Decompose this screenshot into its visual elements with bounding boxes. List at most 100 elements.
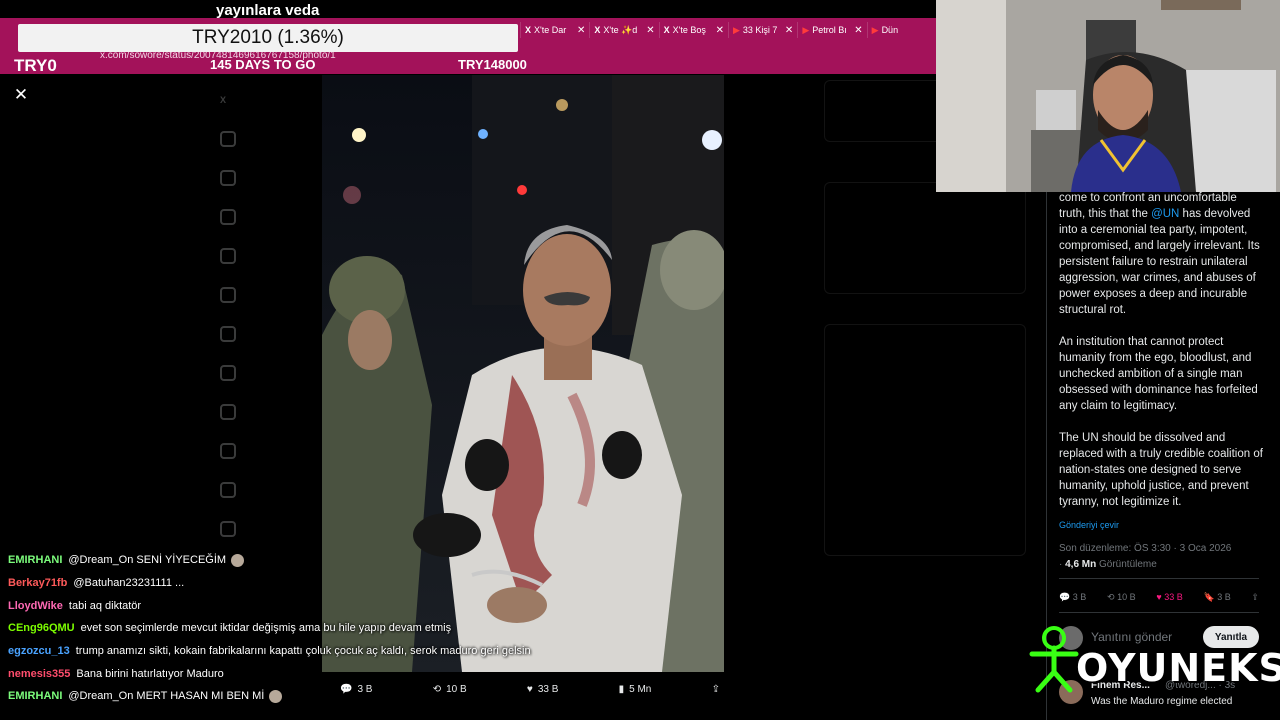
nav-item	[220, 197, 330, 236]
post-action-bar: 💬 3 B ⟲ 10 B ♥ 33 B 🔖 3 B ⇪	[1059, 592, 1259, 603]
browser-tab[interactable]: X X'te Dar ✕	[520, 22, 589, 38]
chat-text: @Dream_On MERT HASAN MI BEN Mİ	[68, 690, 265, 703]
mention-link[interactable]: @UN	[1151, 208, 1179, 220]
chat-username[interactable]: nemesis355	[8, 668, 70, 680]
browser-tab-strip: X X'te Dar ✕ X X'te ✨d ✕ X X'te Boş ✕ ▶ 33 Kişi…	[520, 22, 936, 38]
views-button[interactable]: ▮ 5 Mn	[619, 680, 652, 698]
tab-label: Dün	[881, 25, 899, 35]
repost-icon: ⟲	[1107, 592, 1115, 602]
stream-screen: { "stream": { "title": "yayınlara veda",…	[0, 0, 1280, 720]
reply-button[interactable]: 💬 3 B	[1059, 592, 1086, 603]
translate-post-link[interactable]: Gönderiyi çevir	[1059, 520, 1119, 530]
mail-icon	[220, 247, 236, 264]
tab-favicon-icon: X	[525, 25, 532, 35]
post-paragraph-rest: has devolved into a ceremonial tea party…	[1059, 208, 1260, 316]
views-label: Görüntüleme	[1099, 559, 1157, 570]
nav-item	[220, 353, 330, 392]
browser-tab[interactable]: ▶ Petrol Bı ✕	[797, 22, 866, 38]
webcam-illustration	[936, 0, 1280, 192]
comment-icon: 💬	[1059, 592, 1071, 602]
repost-button[interactable]: ⟲ 10 B	[1107, 592, 1136, 603]
communities-icon	[220, 442, 236, 459]
browser-tab[interactable]: ▶ Dün	[866, 22, 936, 38]
ticker-left-amount: TRY0	[14, 56, 57, 75]
tab-label: X'te ✨d	[603, 24, 638, 35]
reply-text: Was the Maduro regime elected	[1091, 696, 1233, 707]
chat-message: EMIRHANI @Dream_On SENİ YİYECEĞİM	[8, 549, 608, 572]
nav-x-logo: X	[220, 80, 330, 119]
nav-item	[220, 314, 330, 353]
heart-icon: ♥	[1156, 592, 1162, 602]
bookmark-icon: 🔖	[1203, 592, 1215, 602]
chat-username[interactable]: Berkay71fb	[8, 577, 67, 589]
reply-count: 3 B	[1072, 592, 1087, 602]
chat-message: egzozcu_13 trump anamızı sikti, kokain fa…	[8, 640, 608, 663]
views-number: 4,6 Mn	[1065, 559, 1097, 570]
post-edited-timestamp: Son düzenleme: ÖS 3:30 · 3 Oca 2026	[1059, 543, 1232, 554]
chat-text: @Batuhan23231111 ...	[73, 577, 185, 590]
like-button[interactable]: ♥ 33 B	[1156, 592, 1182, 603]
bookmark-icon	[220, 403, 236, 420]
chat-message: nemesis355 Bana birini hatırlatıyor Madur…	[8, 662, 608, 685]
share-button[interactable]: ⇪	[712, 680, 720, 698]
donation-ticker: TRY2010 (1.36%)	[18, 24, 518, 52]
divider	[1059, 612, 1259, 613]
stream-chat: EMIRHANI @Dream_On SENİ YİYECEĞİM Berkay71…	[8, 549, 608, 708]
like-count: 33 B	[1164, 592, 1183, 602]
close-icon[interactable]: ✕	[646, 25, 654, 36]
browser-tab[interactable]: X X'te Boş ✕	[658, 22, 728, 38]
tab-label: X'te Dar	[534, 25, 567, 35]
x-sidebar-background: X	[220, 80, 330, 550]
chat-username[interactable]: LloydWike	[8, 600, 63, 612]
close-icon[interactable]: ✕	[577, 25, 585, 36]
browser-tab[interactable]: ▶ 33 Kişi 7 ✕	[727, 22, 797, 38]
nav-item	[220, 158, 330, 197]
webcam-overlay	[936, 0, 1280, 192]
days-to-go-label: 145 DAYS TO GO	[210, 57, 316, 72]
nav-item	[220, 392, 330, 431]
bg-card	[824, 324, 1026, 556]
chat-username[interactable]: egzozcu_13	[8, 645, 70, 657]
chat-username[interactable]: EMIRHANI	[8, 690, 62, 702]
chat-message: LloydWike tabi aq diktatör	[8, 594, 608, 617]
bell-icon	[220, 208, 236, 225]
close-photo-button[interactable]: ✕	[12, 86, 30, 104]
tab-favicon-icon: X	[663, 25, 670, 35]
grok-icon	[220, 286, 236, 303]
browser-tab[interactable]: X X'te ✨d ✕	[589, 22, 658, 38]
more-icon	[220, 520, 236, 537]
chat-text: tabi aq diktatör	[68, 599, 142, 612]
close-icon[interactable]: ✕	[854, 25, 862, 36]
divider	[1059, 578, 1259, 579]
nav-item	[220, 470, 330, 509]
chat-username[interactable]: CEng96QMU	[8, 622, 75, 634]
view-count: 5 Mn	[629, 683, 652, 695]
oyuneks-logo: OYUNEKS	[1028, 624, 1280, 694]
tab-label: Petrol Bı	[812, 25, 847, 35]
post-paragraph: come to confront an uncomfortable truth,…	[1059, 190, 1264, 318]
close-icon[interactable]: ✕	[785, 25, 793, 36]
chat-text: Bana birini hatırlatıyor Maduro	[76, 667, 224, 680]
close-icon[interactable]: ✕	[716, 25, 724, 36]
emote-icon	[231, 553, 245, 567]
post-view-count: · 4,6 Mn Görüntüleme	[1059, 559, 1157, 570]
bg-card	[824, 182, 1026, 294]
ticker-goal-amount: TRY148000	[458, 57, 527, 72]
bookmark-count: 3 B	[1217, 592, 1231, 602]
ticker-main-text: TRY2010 (1.36%)	[192, 27, 344, 48]
repost-count: 10 B	[1117, 592, 1136, 602]
premium-icon	[220, 325, 236, 342]
bookmark-button[interactable]: 🔖 3 B	[1203, 592, 1230, 603]
post-text: come to confront an uncomfortable truth,…	[1059, 190, 1264, 526]
chat-message: CEng96QMU evet son seçimlerde mevcut ikti…	[8, 617, 608, 640]
chat-text: evet son seçimlerde mevcut iktidar değiş…	[80, 622, 452, 635]
chat-username[interactable]: EMIRHANI	[8, 554, 62, 566]
nav-item	[220, 119, 330, 158]
close-icon: ✕	[13, 85, 29, 104]
post-paragraph: An institution that cannot protect human…	[1059, 336, 1258, 412]
share-button[interactable]: ⇪	[1251, 592, 1259, 603]
share-icon: ⇪	[1251, 592, 1259, 602]
list-icon	[220, 364, 236, 381]
nav-item	[220, 275, 330, 314]
nav-item	[220, 236, 330, 275]
